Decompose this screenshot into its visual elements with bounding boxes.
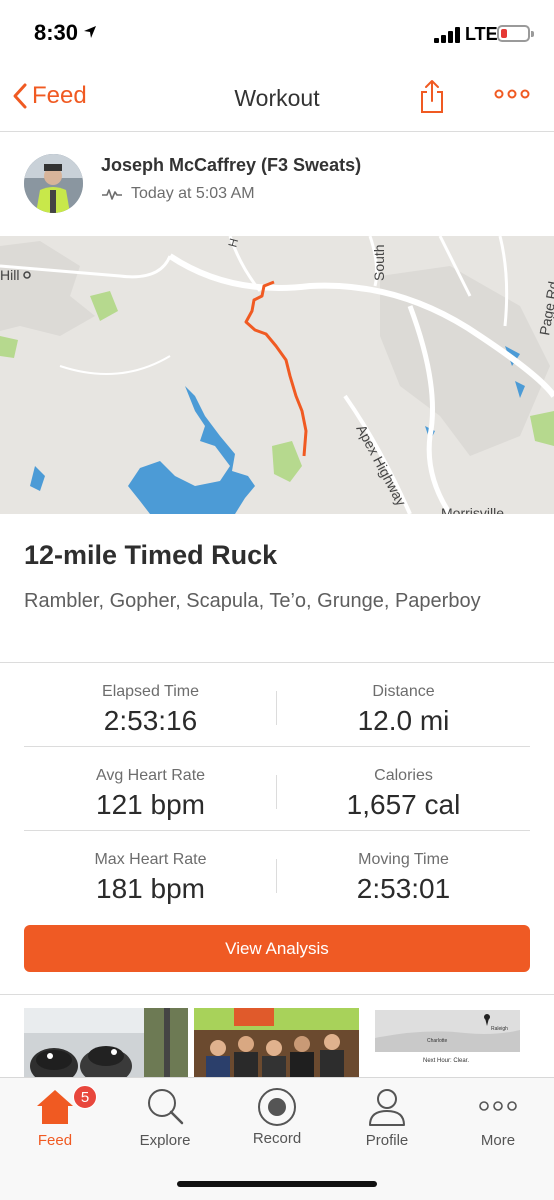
stats-row: Avg Heart Rate 121 bpm Calories 1,657 ca… (24, 747, 530, 831)
stats-row: Max Heart Rate 181 bpm Moving Time 2:53:… (24, 831, 530, 915)
athlete-name[interactable]: Joseph McCaffrey (F3 Sweats) (101, 155, 361, 176)
activity-description: Rambler, Gopher, Scapula, Te’o, Grunge, … (24, 590, 481, 612)
photo-group-selfie (24, 1008, 188, 1078)
tab-label: Feed (37, 1132, 73, 1149)
more-horizontal-icon (494, 89, 530, 99)
home-icon (37, 1090, 73, 1124)
photo-weather-map: Raleigh Charlotte Next Hour: Clear. (365, 1008, 530, 1078)
stat-label: Avg Heart Rate (95, 767, 206, 784)
stat-label: Distance (372, 683, 435, 700)
avatar[interactable] (24, 154, 83, 213)
stat-value: 2:53:01 (356, 873, 451, 904)
heart-rate-pulse-icon (102, 189, 122, 200)
stat-value: 2:53:16 (103, 705, 198, 736)
stat-label: Max Heart Rate (94, 851, 207, 868)
stat-calories: Calories 1,657 cal (277, 747, 530, 831)
more-options-button[interactable] (494, 84, 530, 104)
activity-timestamp-text: Today at 5:03 AM (131, 185, 255, 202)
status-time-text: 8:30 (34, 20, 79, 45)
tab-record[interactable]: Record (222, 1078, 332, 1158)
view-analysis-button[interactable]: View Analysis (24, 925, 530, 972)
stat-avg-heart-rate: Avg Heart Rate 121 bpm (24, 747, 277, 831)
weather-label-forecast: Next Hour: Clear. (423, 1058, 469, 1064)
avatar-photo (24, 154, 83, 213)
divider (0, 994, 554, 995)
location-arrow-icon (84, 26, 97, 38)
cellular-signal-icon (434, 27, 460, 43)
weather-label-raleigh: Raleigh (491, 1026, 508, 1032)
tab-label: Explore (139, 1132, 191, 1149)
map-label-south: South (371, 244, 387, 281)
photo-thumbnail[interactable] (24, 1008, 188, 1078)
activity-title: 12-mile Timed Ruck (24, 540, 278, 570)
stats-grid: Elapsed Time 2:53:16 Distance 12.0 mi Av… (24, 663, 530, 915)
more-horizontal-icon (479, 1101, 517, 1111)
stat-value: 181 bpm (96, 873, 205, 904)
status-bar: 8:30 LTE (0, 0, 554, 68)
photo-group-restaurant (194, 1008, 359, 1078)
record-icon (258, 1088, 296, 1126)
feed-badge: 5 (73, 1085, 97, 1109)
tab-label: Profile (365, 1132, 409, 1149)
stat-elapsed-time: Elapsed Time 2:53:16 (24, 663, 277, 747)
stat-value: 1,657 cal (346, 789, 461, 820)
tab-label: More (480, 1132, 516, 1149)
photo-thumbnail[interactable] (194, 1008, 359, 1078)
page-title: Workout (234, 85, 320, 111)
stat-max-heart-rate: Max Heart Rate 181 bpm (24, 831, 277, 915)
tab-profile[interactable]: Profile (332, 1078, 442, 1158)
stat-label: Elapsed Time (102, 683, 199, 700)
nav-bar: Feed Workout (0, 68, 554, 132)
stat-label: Calories (374, 767, 433, 784)
tab-explore[interactable]: Explore (110, 1078, 220, 1158)
share-button[interactable] (418, 78, 446, 114)
stat-value: 12.0 mi (357, 705, 450, 736)
stat-moving-time: Moving Time 2:53:01 (277, 831, 530, 915)
route-map[interactable]: Hill South Page Rd Apex Highway Morrisvi… (0, 236, 554, 514)
network-type: LTE (465, 24, 498, 44)
status-time: 8:30 (34, 20, 97, 46)
battery-icon (497, 25, 534, 42)
athlete-header: Joseph McCaffrey (F3 Sweats) Today at 5:… (0, 132, 554, 236)
photo-thumbnail[interactable]: Raleigh Charlotte Next Hour: Clear. (365, 1008, 530, 1078)
search-icon (148, 1089, 184, 1125)
share-icon (421, 80, 443, 113)
map-label-morrisville: Morrisville (441, 505, 504, 514)
stat-value: 121 bpm (96, 789, 205, 820)
photo-strip: Raleigh Charlotte Next Hour: Clear. (0, 1008, 554, 1078)
stat-label: Moving Time (358, 851, 449, 868)
tab-feed[interactable]: 5 Feed (0, 1078, 110, 1158)
activity-timestamp: Today at 5:03 AM (101, 185, 255, 203)
person-icon (369, 1089, 405, 1126)
weather-label-charlotte: Charlotte (427, 1038, 448, 1044)
tab-label: Record (252, 1130, 302, 1147)
stats-row: Elapsed Time 2:53:16 Distance 12.0 mi (24, 663, 530, 747)
tab-more[interactable]: More (443, 1078, 553, 1158)
route-map-graphic: Hill South Page Rd Apex Highway Morrisvi… (0, 236, 554, 514)
stat-distance: Distance 12.0 mi (277, 663, 530, 747)
map-label-hill: Hill (0, 267, 19, 283)
home-indicator (177, 1181, 377, 1187)
